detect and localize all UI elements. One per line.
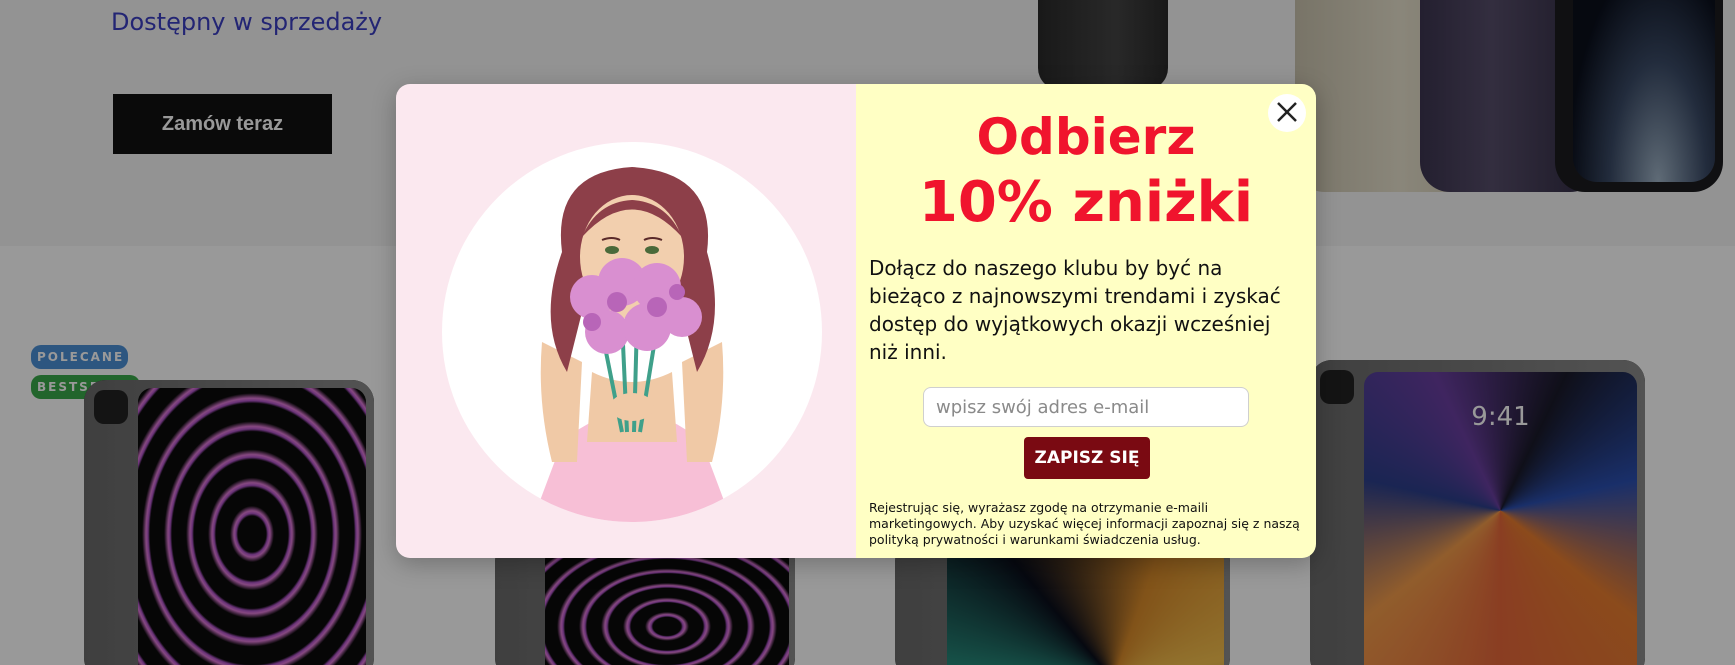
newsletter-modal: Odbierz 10% zniżki Dołącz do naszego klu… (396, 84, 1316, 558)
legal-disclaimer: Rejestrując się, wyrażasz zgodę na otrzy… (869, 500, 1300, 547)
close-modal-button[interactable] (1268, 94, 1306, 132)
modal-discount-headline: 10% zniżki (918, 170, 1254, 235)
subscribe-button[interactable]: ZAPISZ SIĘ (1024, 437, 1150, 479)
modal-illustration-panel (396, 84, 856, 558)
modal-signup-panel: Odbierz 10% zniżki Dołącz do naszego klu… (856, 84, 1316, 558)
email-input[interactable] (923, 387, 1249, 427)
woman-with-flowers-illustration (442, 142, 822, 522)
close-icon (1274, 99, 1300, 128)
modal-headline: Odbierz (976, 108, 1196, 166)
modal-description: Dołącz do naszego klubu by być na bieżąc… (869, 256, 1281, 364)
